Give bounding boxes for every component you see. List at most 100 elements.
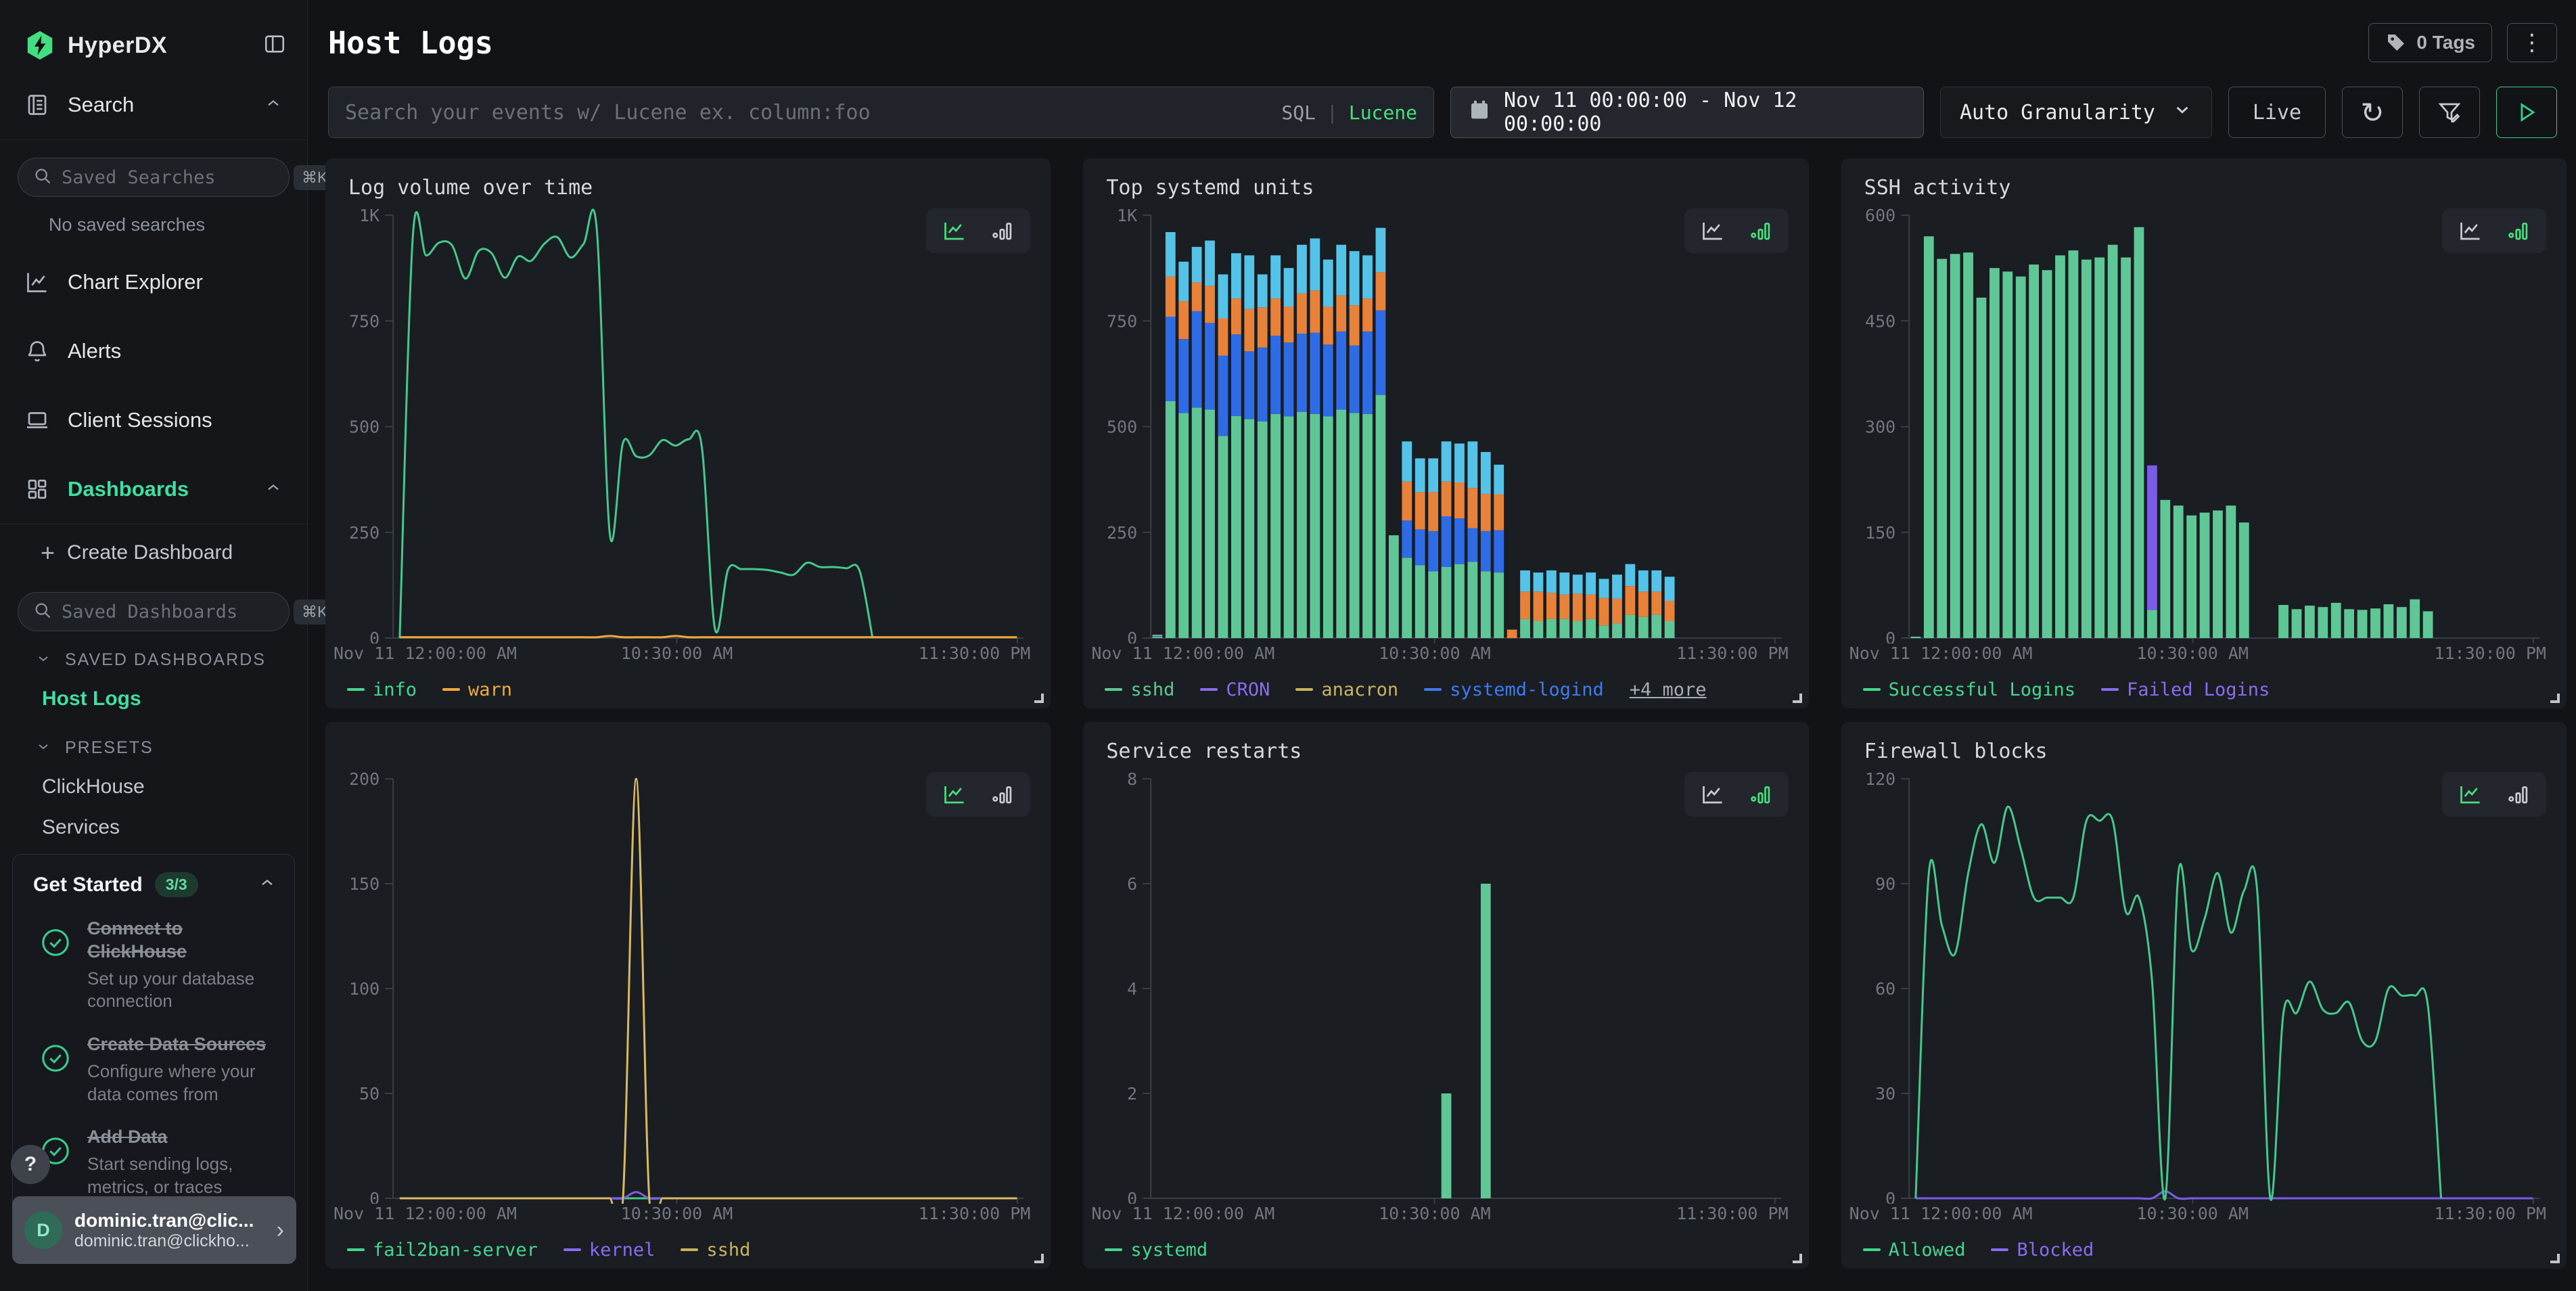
legend-label: fail2ban-server xyxy=(373,1240,538,1261)
date-range-value: Nov 11 00:00:00 - Nov 12 00:00:00 xyxy=(1504,89,1906,136)
x-tick-label: 11:30:00 PM xyxy=(2434,1204,2546,1223)
bar-chart-toggle-icon[interactable] xyxy=(2503,782,2533,807)
group-presets[interactable]: PRESETS xyxy=(0,729,307,767)
saved-searches-input[interactable] xyxy=(62,167,294,188)
user-email: dominic.tran@clickho... xyxy=(74,1231,277,1251)
bar-chart-toggle-icon[interactable] xyxy=(1745,782,1775,807)
chart-title: Top systemd units xyxy=(1106,176,1314,200)
sidebar-item-dashboards[interactable]: Dashboards xyxy=(0,464,307,514)
legend-item[interactable]: Blocked xyxy=(1991,1240,2094,1261)
sql-toggle[interactable]: SQL xyxy=(1281,101,1316,124)
dashboard-link-host-logs[interactable]: Host Logs xyxy=(0,679,307,719)
user-menu[interactable]: D dominic.tran@clic... dominic.tran@clic… xyxy=(12,1196,296,1264)
svg-text:750: 750 xyxy=(1107,311,1137,331)
legend-swatch xyxy=(1863,688,1881,691)
sidebar-header: HyperDX xyxy=(0,0,307,61)
sidebar-item-chart-explorer[interactable]: Chart Explorer xyxy=(0,257,307,307)
legend-item[interactable]: Successful Logins xyxy=(1863,679,2075,700)
resize-handle[interactable] xyxy=(1793,1254,1802,1263)
play-icon xyxy=(2515,101,2538,124)
line-chart-toggle-icon[interactable] xyxy=(2456,218,2485,244)
sidebar-collapse-icon[interactable] xyxy=(262,32,287,59)
legend: systemd xyxy=(1083,1231,1808,1269)
line-chart-toggle-icon[interactable] xyxy=(940,782,969,807)
chart-plot[interactable]: 02505007501K xyxy=(1083,200,1808,643)
get-started-step[interactable]: Connect to ClickHouse Set up your databa… xyxy=(33,918,277,1013)
calendar-icon xyxy=(1469,99,1490,126)
lucene-toggle[interactable]: Lucene xyxy=(1349,101,1417,124)
legend-label: kernel xyxy=(589,1240,656,1261)
legend-label: Successful Logins xyxy=(1889,679,2075,700)
chart-plot[interactable]: 0150300450600 xyxy=(1841,200,2567,643)
chart-card-service-restarts: Service restarts 02468 Nov 11 12:00:00 A… xyxy=(1083,722,1808,1269)
legend-swatch xyxy=(1295,688,1313,691)
bar-chart-toggle-icon[interactable] xyxy=(1745,218,1775,244)
legend-item[interactable]: systemd xyxy=(1105,1240,1208,1261)
chart-plot[interactable]: 02468 xyxy=(1083,764,1808,1204)
chart-plot[interactable]: 050100150200 xyxy=(325,764,1051,1204)
legend-item[interactable]: sshd xyxy=(1105,679,1174,700)
chart-plot[interactable]: 02505007501K xyxy=(325,200,1051,643)
saved-dashboards-input[interactable] xyxy=(62,602,294,622)
legend-item[interactable]: fail2ban-server xyxy=(347,1240,538,1261)
legend-more-link[interactable]: +4 more xyxy=(1630,679,1707,700)
line-chart-toggle-icon[interactable] xyxy=(1698,782,1728,807)
legend-label: warn xyxy=(468,679,512,700)
legend-item[interactable]: warn xyxy=(442,679,512,700)
line-chart-toggle-icon[interactable] xyxy=(2456,782,2485,807)
get-started-step[interactable]: Create Data Sources Configure where your… xyxy=(33,1033,277,1106)
event-search[interactable]: SQL | Lucene xyxy=(328,87,1434,138)
legend-item[interactable]: info xyxy=(347,679,417,700)
sidebar-item-alerts[interactable]: Alerts xyxy=(0,326,307,376)
bar-chart-toggle-icon[interactable] xyxy=(987,782,1017,807)
sidebar-item-search[interactable]: Search xyxy=(0,80,307,130)
saved-searches-search[interactable]: ⌘K xyxy=(18,158,290,197)
chart-type-toggle xyxy=(2442,772,2546,817)
get-started-badge: 3/3 xyxy=(155,872,198,897)
line-chart-toggle-icon[interactable] xyxy=(1698,218,1728,244)
chart-plot[interactable]: 0306090120 xyxy=(1841,764,2567,1204)
date-range-button[interactable]: Nov 11 00:00:00 - Nov 12 00:00:00 xyxy=(1450,87,1924,138)
live-button[interactable]: Live xyxy=(2228,87,2326,138)
chart-card-ssh-activity: SSH activity 0150300450600 Nov 11 12:00:… xyxy=(1841,158,2567,708)
line-chart-toggle-icon[interactable] xyxy=(940,218,969,244)
legend-item[interactable]: sshd xyxy=(681,1240,750,1261)
legend-item[interactable]: Failed Logins xyxy=(2101,679,2270,700)
get-started-step[interactable]: Add Data Start sending logs, metrics, or… xyxy=(33,1126,277,1198)
kebab-menu-button[interactable]: ⋮ xyxy=(2507,23,2557,62)
main-content: Host Logs 0 Tags ⋮ SQL | Lucene Nov 11 0… xyxy=(308,0,2576,1291)
preset-link-services[interactable]: Services xyxy=(0,807,307,848)
legend-swatch xyxy=(347,688,365,691)
filter-edit-button[interactable] xyxy=(2419,87,2480,138)
legend-item[interactable]: anacron xyxy=(1295,679,1398,700)
group-saved-dashboards[interactable]: SAVED DASHBOARDS xyxy=(0,641,307,679)
run-query-button[interactable] xyxy=(2496,87,2557,138)
legend-item[interactable]: Allowed xyxy=(1863,1240,1966,1261)
sidebar-item-client-sessions[interactable]: Client Sessions xyxy=(0,395,307,445)
bar-chart-toggle-icon[interactable] xyxy=(2503,218,2533,244)
resize-handle[interactable] xyxy=(1793,694,1802,703)
help-button[interactable]: ? xyxy=(11,1145,50,1184)
event-search-input[interactable] xyxy=(345,101,1281,124)
resize-handle[interactable] xyxy=(2550,1254,2560,1263)
resize-handle[interactable] xyxy=(2550,694,2560,703)
legend-item[interactable]: CRON xyxy=(1200,679,1270,700)
resize-handle[interactable] xyxy=(1034,694,1044,703)
user-name: dominic.tran@clic... xyxy=(74,1210,277,1231)
saved-dashboards-search[interactable]: ⌘K xyxy=(18,592,290,631)
chevron-down-icon xyxy=(35,738,51,758)
preset-link-clickhouse[interactable]: ClickHouse xyxy=(0,767,307,807)
tags-button[interactable]: 0 Tags xyxy=(2368,23,2492,62)
legend-label: Allowed xyxy=(1889,1240,1966,1261)
bar-chart-toggle-icon[interactable] xyxy=(987,218,1017,244)
legend-swatch xyxy=(347,1248,365,1251)
resize-handle[interactable] xyxy=(1034,1254,1044,1263)
create-dashboard-button[interactable]: + Create Dashboard xyxy=(0,531,307,574)
granularity-select[interactable]: Auto Granularity xyxy=(1940,87,2212,138)
chevron-up-icon[interactable] xyxy=(258,874,277,896)
refresh-button[interactable]: ↻ xyxy=(2342,87,2403,138)
step-title: Connect to ClickHouse xyxy=(87,918,277,964)
legend-item[interactable]: systemd-logind xyxy=(1424,679,1604,700)
legend-label: sshd xyxy=(706,1240,750,1261)
legend-item[interactable]: kernel xyxy=(564,1240,656,1261)
